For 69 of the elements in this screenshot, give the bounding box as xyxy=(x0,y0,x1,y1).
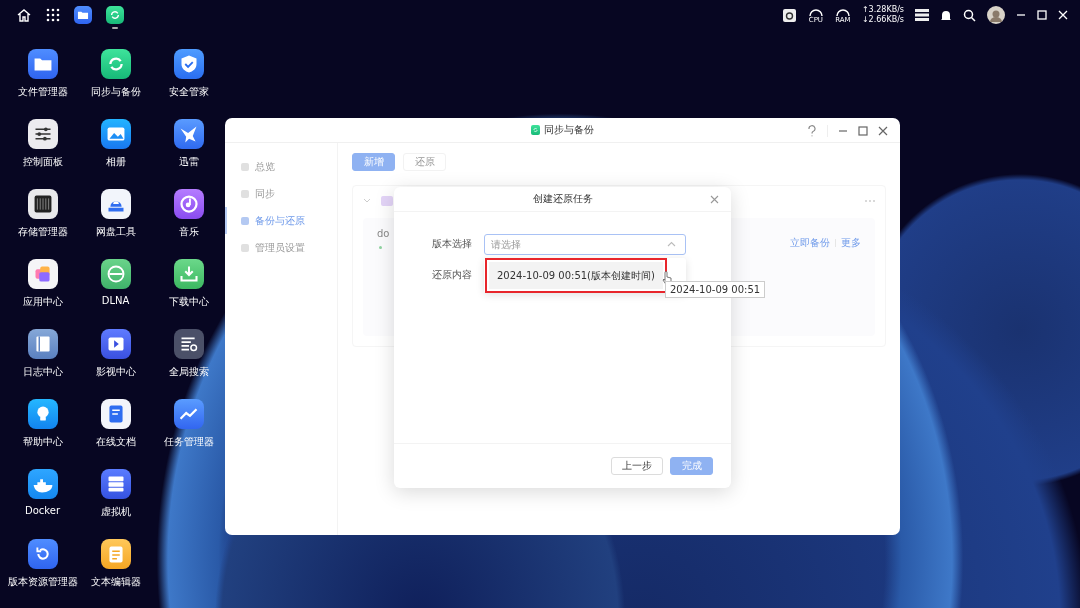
app-label[interactable]: 帮助中心 xyxy=(22,435,63,449)
server-list-icon[interactable] xyxy=(915,9,929,21)
app-label[interactable]: 相册 xyxy=(105,155,126,169)
apps-icon[interactable] xyxy=(27,259,58,289)
gauge-icon xyxy=(834,6,851,16)
sync-icon xyxy=(531,125,540,135)
app-label[interactable]: 文件管理器 xyxy=(17,85,68,99)
bell-icon[interactable] xyxy=(940,8,952,22)
image-icon[interactable] xyxy=(100,119,131,149)
app-label[interactable]: DLNA xyxy=(101,295,130,306)
lightbulb-icon[interactable] xyxy=(27,399,58,429)
help-icon[interactable] xyxy=(807,125,817,137)
app-label[interactable]: 下载中心 xyxy=(168,295,209,309)
shield-icon[interactable] xyxy=(173,49,204,79)
app-label[interactable]: 同步与备份 xyxy=(90,85,141,99)
app-label[interactable]: 存储管理器 xyxy=(17,225,68,239)
whale-icon[interactable] xyxy=(27,469,58,499)
home-icon[interactable] xyxy=(16,7,32,23)
widget-icon[interactable] xyxy=(781,7,797,23)
sliders-icon[interactable] xyxy=(27,119,58,149)
list-search-icon[interactable] xyxy=(173,329,204,359)
folder-icon[interactable] xyxy=(27,49,58,79)
app-label[interactable]: 影视中心 xyxy=(95,365,136,379)
gauge-icon xyxy=(807,6,824,16)
app-label[interactable]: 音乐 xyxy=(178,225,199,239)
app-label[interactable]: 日志中心 xyxy=(22,365,63,379)
notebook-icon[interactable] xyxy=(27,329,58,359)
task-logo-icon xyxy=(381,196,393,206)
app-label[interactable]: 版本资源管理器 xyxy=(7,575,78,589)
app-label[interactable]: 任务管理器 xyxy=(163,435,214,449)
search-icon[interactable] xyxy=(963,8,976,22)
server-icon[interactable] xyxy=(100,469,131,499)
app-grid-icon[interactable] xyxy=(46,8,60,22)
app-label[interactable]: 在线文档 xyxy=(95,435,136,449)
music-icon[interactable] xyxy=(173,189,204,219)
folder-icon xyxy=(74,6,92,24)
dialog-title: 创建还原任务 xyxy=(532,192,593,206)
app-label[interactable]: 全局搜索 xyxy=(168,365,209,379)
app-label[interactable]: 迅雷 xyxy=(178,155,199,169)
task-name: do xyxy=(377,228,390,239)
download-speed: ↓2.66KB/s xyxy=(861,15,904,25)
app-label[interactable]: 文本编辑器 xyxy=(90,575,141,589)
notepad-icon[interactable] xyxy=(100,539,131,569)
app-label[interactable]: Docker xyxy=(25,505,60,516)
download-icon[interactable] xyxy=(173,259,204,289)
document-icon[interactable] xyxy=(100,399,131,429)
window-title: 同步与备份 xyxy=(544,123,594,137)
app-label[interactable]: 虚拟机 xyxy=(100,505,131,519)
sync-icon xyxy=(106,6,124,24)
restore-icon[interactable] xyxy=(27,539,58,569)
tooltip: 2024-10-09 00:51 xyxy=(665,281,766,298)
avatar-icon[interactable] xyxy=(987,6,1005,24)
sync-icon[interactable] xyxy=(100,49,131,79)
video-icon[interactable] xyxy=(100,329,131,359)
app-label[interactable]: 控制面板 xyxy=(22,155,63,169)
storage-icon[interactable] xyxy=(27,189,58,219)
app-label[interactable]: 安全管家 xyxy=(168,85,209,99)
app-label[interactable]: 网盘工具 xyxy=(95,225,136,239)
dlna-icon[interactable] xyxy=(100,259,131,289)
field-label: 还原内容 xyxy=(432,267,472,282)
caret-up-icon xyxy=(667,241,676,247)
upload-speed: ↑3.28KB/s xyxy=(861,5,904,15)
version-select[interactable]: 请选择 xyxy=(484,234,686,255)
chart-icon[interactable] xyxy=(173,399,204,429)
field-label: 版本选择 xyxy=(432,236,472,251)
status-dot xyxy=(379,246,382,249)
bird-icon[interactable] xyxy=(173,119,204,149)
dialog-button[interactable]: 上一步 xyxy=(611,457,663,475)
app-label[interactable]: 应用中心 xyxy=(22,295,63,309)
